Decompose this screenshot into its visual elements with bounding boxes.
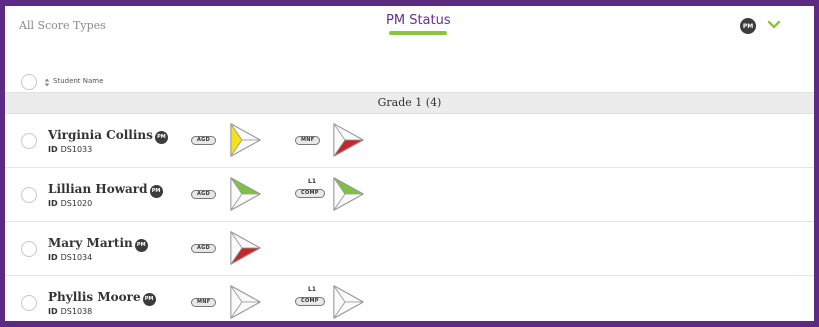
triangle-status-icon[interactable] — [332, 122, 365, 158]
measure-tag[interactable]: COMP — [295, 189, 325, 198]
top-bar: All Score Types PM Status PM — [5, 6, 814, 46]
student-id-value: DS1020 — [60, 199, 93, 208]
measure-tag[interactable]: AGD — [191, 190, 217, 199]
table-row: Mary Martin PM ID DS1034 AGD — [5, 222, 814, 276]
measure-level: L1 — [308, 286, 316, 293]
active-tab-indicator — [389, 31, 447, 35]
measure-tag[interactable]: COMP — [295, 297, 325, 306]
row-select-radio[interactable] — [21, 241, 37, 257]
student-id: ID DS1038 — [48, 307, 92, 316]
pm-badge-icon: PM — [154, 131, 168, 144]
tab-pm-status[interactable]: PM Status — [386, 13, 451, 28]
measure-tag[interactable]: AGD — [191, 244, 217, 253]
student-name[interactable]: Mary Martin PM — [48, 236, 148, 252]
student-id-value: DS1038 — [60, 307, 93, 316]
pm-badge-icon: PM — [142, 293, 156, 306]
student-name-text[interactable]: Virginia Collins — [48, 128, 153, 142]
student-id-prefix: ID — [48, 307, 58, 316]
table-row: Lillian Howard PM ID DS1020 AGD L1 COMP — [5, 168, 814, 222]
grade-group-header: Grade 1 (4) — [5, 92, 814, 114]
triangle-status-icon[interactable] — [332, 176, 365, 212]
table-row: Phyllis Moore PM ID DS1038 MNF L1 COMP — [5, 276, 814, 321]
triangle-status-icon[interactable] — [332, 284, 365, 320]
pm-badge-icon: PM — [134, 239, 148, 252]
student-name-text[interactable]: Mary Martin — [48, 236, 133, 250]
student-name-text[interactable]: Phyllis Moore — [48, 290, 141, 304]
row-select-radio[interactable] — [21, 295, 37, 311]
score-types-filter[interactable]: All Score Types — [19, 19, 106, 32]
student-id: ID DS1033 — [48, 145, 92, 154]
sort-icon[interactable] — [44, 78, 50, 87]
measure-tag[interactable]: MNF — [191, 298, 217, 307]
chevron-down-icon[interactable] — [767, 19, 781, 31]
triangle-status-icon[interactable] — [229, 122, 262, 158]
student-name[interactable]: Lillian Howard PM — [48, 182, 163, 198]
measure-tag[interactable]: MNF — [295, 136, 321, 145]
triangle-status-icon[interactable] — [229, 176, 262, 212]
row-select-radio[interactable] — [21, 133, 37, 149]
student-id-value: DS1033 — [60, 145, 93, 154]
triangle-status-icon[interactable] — [229, 284, 262, 320]
pm-status-panel: All Score Types PM Status PM Student Nam… — [5, 6, 814, 321]
measure-tag[interactable]: AGD — [191, 136, 217, 145]
row-select-radio[interactable] — [21, 187, 37, 203]
measure-level: L1 — [308, 178, 316, 185]
student-name[interactable]: Phyllis Moore PM — [48, 290, 156, 306]
student-name-text[interactable]: Lillian Howard — [48, 182, 148, 196]
select-all-radio[interactable] — [21, 74, 37, 90]
student-name[interactable]: Virginia Collins PM — [48, 128, 168, 144]
student-id-prefix: ID — [48, 145, 58, 154]
table-header: Student Name — [5, 72, 814, 92]
student-id: ID DS1034 — [48, 253, 92, 262]
student-id-prefix: ID — [48, 199, 58, 208]
pm-badge-icon: PM — [149, 185, 163, 198]
pm-circle-icon[interactable]: PM — [740, 18, 756, 34]
triangle-status-icon[interactable] — [229, 230, 262, 266]
table-row: Virginia Collins PM ID DS1033 AGD MNF — [5, 114, 814, 168]
student-id-prefix: ID — [48, 253, 58, 262]
student-name-column-header[interactable]: Student Name — [53, 77, 103, 85]
student-id: ID DS1020 — [48, 199, 92, 208]
student-id-value: DS1034 — [60, 253, 93, 262]
